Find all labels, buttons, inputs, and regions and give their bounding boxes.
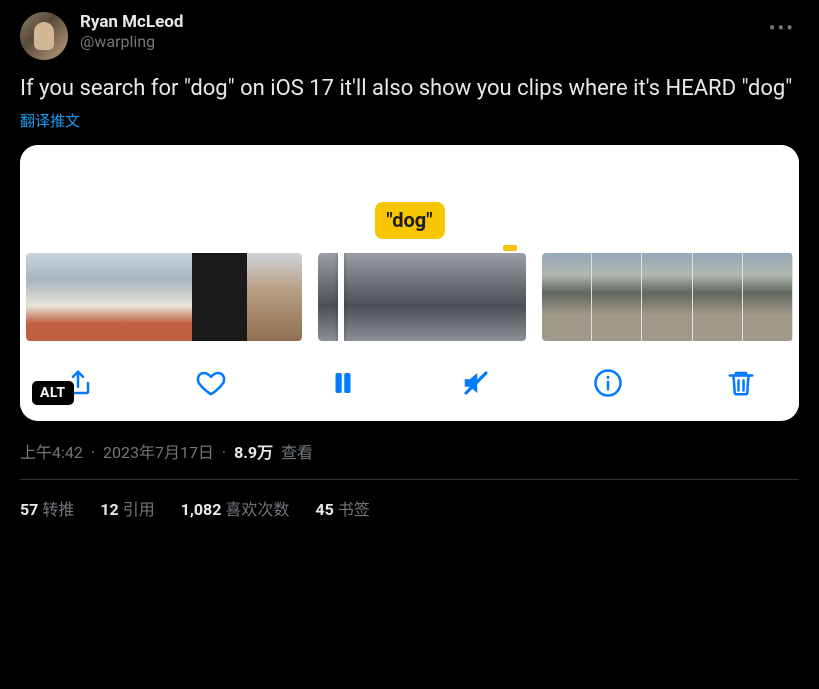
more-icon: •••: [769, 16, 795, 40]
quotes-num: 12: [100, 500, 118, 519]
bookmarks-stat[interactable]: 45 书签: [315, 496, 369, 520]
more-button[interactable]: •••: [765, 12, 799, 44]
volume-mute-icon: [461, 368, 491, 398]
mute-button[interactable]: [458, 365, 494, 401]
stats-line: 57转推 12 引用 1,082喜欢次数 45 书签: [20, 480, 799, 520]
search-term-chip: "dog": [374, 202, 444, 239]
retweets-num: 57: [20, 500, 38, 519]
clip-1[interactable]: [26, 253, 302, 341]
likes-stat[interactable]: 1,082喜欢次数: [181, 496, 290, 520]
clip-frame: [642, 253, 692, 341]
clip-3[interactable]: [542, 253, 793, 341]
clip-frame: [457, 253, 526, 341]
retweets-label: 转推: [42, 500, 74, 519]
playhead[interactable]: [338, 253, 344, 341]
handle: @warpling: [80, 32, 753, 52]
pause-button[interactable]: [325, 365, 361, 401]
pause-icon: [328, 368, 358, 398]
clip-frame: [693, 253, 743, 341]
author-block[interactable]: Ryan McLeod @warpling: [80, 12, 753, 52]
clip-frame: [136, 253, 191, 341]
tweet-date[interactable]: 2023年7月17日: [103, 443, 214, 462]
trash-icon: [726, 368, 756, 398]
clip-frame: [318, 253, 387, 341]
info-button[interactable]: [590, 365, 626, 401]
tweet-time[interactable]: 上午4:42: [20, 443, 83, 462]
clip-frame: [247, 253, 302, 341]
video-filmstrip[interactable]: [20, 239, 799, 341]
clip-frame: [192, 253, 247, 341]
likes-num: 1,082: [181, 500, 222, 519]
delete-button[interactable]: [723, 365, 759, 401]
media-toolbar: [20, 341, 799, 409]
alt-badge[interactable]: ALT: [32, 381, 74, 405]
bookmarks-num: 45: [315, 500, 333, 519]
tweet-container: Ryan McLeod @warpling ••• If you search …: [0, 0, 819, 532]
retweets-stat[interactable]: 57转推: [20, 496, 74, 520]
separator: ·: [91, 443, 95, 462]
clip-frame: [743, 253, 793, 341]
quotes-label: 引用: [123, 500, 155, 519]
tweet-text: If you search for "dog" on iOS 17 it'll …: [20, 74, 799, 104]
views-label: 查看: [281, 443, 313, 462]
display-name: Ryan McLeod: [80, 12, 753, 32]
tweet-header: Ryan McLeod @warpling •••: [20, 12, 799, 60]
likes-label: 喜欢次数: [225, 500, 289, 519]
quotes-stat[interactable]: 12 引用: [100, 496, 154, 520]
info-icon: [593, 368, 623, 398]
clip-frame: [26, 253, 81, 341]
meta-line: 上午4:42 · 2023年7月17日 · 8.9万 查看: [20, 435, 799, 480]
clip-frame: [387, 253, 456, 341]
playhead-marker: [503, 245, 517, 251]
avatar[interactable]: [20, 12, 68, 60]
separator: ·: [222, 443, 226, 462]
bookmarks-label: 书签: [338, 500, 370, 519]
views-count: 8.9万: [234, 443, 273, 462]
clip-2[interactable]: [318, 253, 526, 341]
media-card[interactable]: "dog": [20, 145, 799, 421]
translate-link[interactable]: 翻译推文: [20, 110, 799, 131]
clip-frame: [542, 253, 592, 341]
media-header-space: "dog": [20, 145, 799, 239]
clip-frame: [81, 253, 136, 341]
heart-icon: [196, 368, 226, 398]
like-button[interactable]: [193, 365, 229, 401]
clip-frame: [592, 253, 642, 341]
